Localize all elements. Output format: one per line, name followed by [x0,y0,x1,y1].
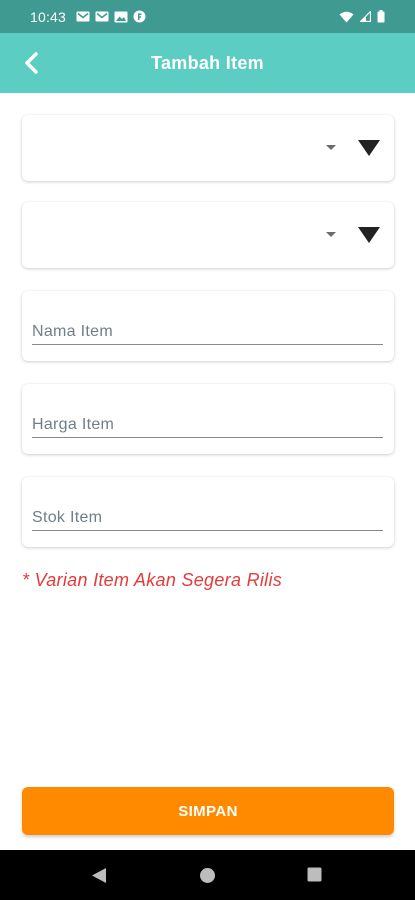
photos-icon [114,11,128,22]
item-stock-card [22,477,394,547]
dropdown-1[interactable] [22,115,394,181]
back-triangle-icon[interactable] [91,867,107,884]
spinner-arrow-icon [326,232,336,237]
item-price-input[interactable] [32,414,383,438]
status-time: 10:43 [30,8,67,25]
item-name-card [22,291,394,361]
item-stock-input[interactable] [32,507,383,531]
variant-notice: * Varian Item Akan Segera Rilis [22,570,283,590]
item-price-card [22,384,394,454]
recents-square-icon[interactable] [307,867,322,882]
gmail-icon [95,11,109,22]
signal-icon [360,11,371,22]
gmail-icon [76,11,90,22]
dropdown-arrow-icon[interactable] [358,227,380,243]
dropdown-arrow-icon[interactable] [358,140,380,156]
page-title: Tambah Item [151,52,264,73]
status-bar: 10:43 [0,0,415,33]
app-notification-icon [133,10,146,23]
notification-icons [76,10,146,23]
chevron-left-icon [25,52,38,74]
system-nav-bar [0,850,415,900]
home-circle-icon[interactable] [199,867,216,884]
battery-icon [377,10,385,23]
wifi-icon [339,11,354,22]
dropdown-2[interactable] [22,202,394,268]
system-icons [339,10,385,23]
save-button[interactable]: SIMPAN [22,787,394,835]
item-name-input[interactable] [32,321,383,345]
app-bar: Tambah Item [0,33,415,93]
back-button[interactable] [14,47,48,79]
spinner-arrow-icon [326,145,336,150]
